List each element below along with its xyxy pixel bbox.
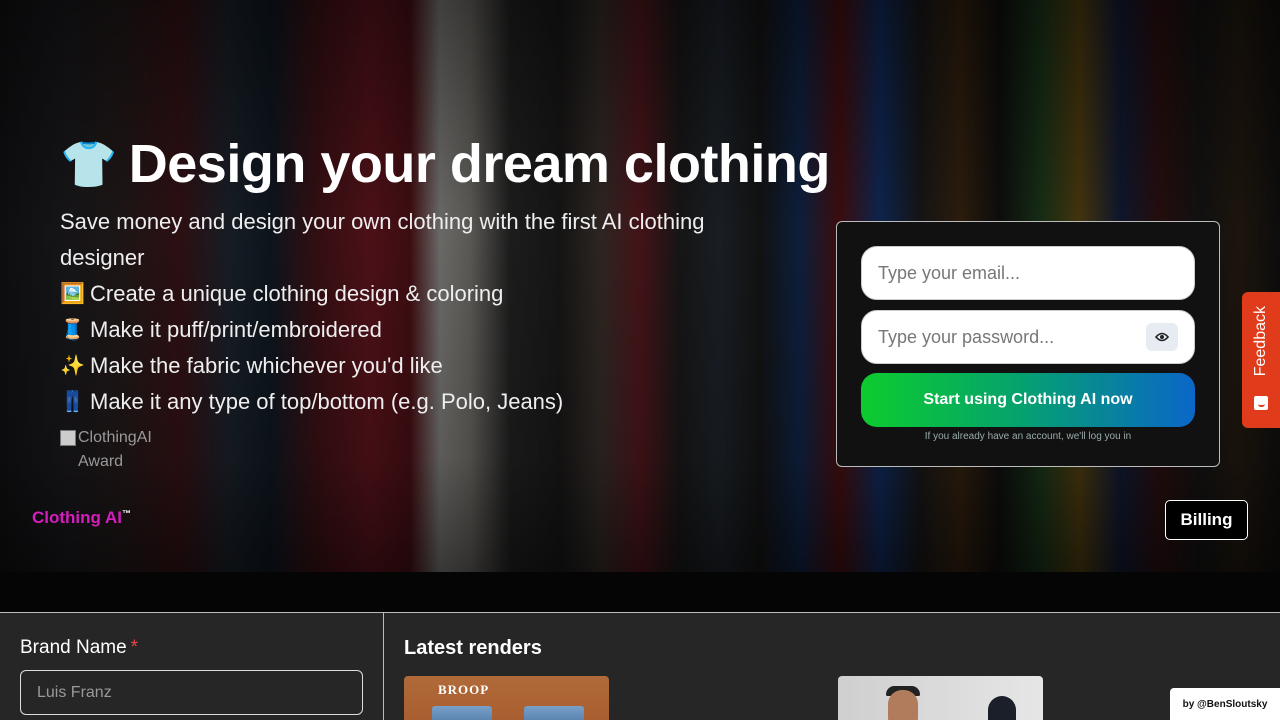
award-image-broken: ClothingAI Award: [60, 426, 180, 474]
renders-title: Latest renders: [404, 637, 542, 659]
start-using-button[interactable]: Start using Clothing AI now: [861, 373, 1195, 427]
feature-text: Make it any type of top/bottom (e.g. Pol…: [90, 389, 564, 414]
feature-item-embroidery: 🧵 Make it puff/print/embroidered: [60, 312, 830, 348]
divider-band: [0, 572, 1280, 612]
render-label: BROOP: [438, 682, 490, 697]
feature-text: Make it puff/print/embroidered: [90, 317, 382, 342]
brand-logo[interactable]: Clothing AI™: [32, 508, 131, 528]
shirt-icon: 👕: [60, 138, 117, 190]
jeans-shape: [524, 706, 584, 720]
feature-text: Make the fabric whichever you'd like: [90, 353, 443, 378]
feedback-label: Feedback: [1252, 306, 1269, 377]
email-field[interactable]: [861, 246, 1195, 300]
render-thumbnail-person[interactable]: [838, 676, 1043, 720]
designer-section: Brand Name* Latest renders BROOP: [0, 612, 1280, 720]
hero-subtitle: Save money and design your own clothing …: [60, 209, 705, 270]
login-note: If you already have an account, we'll lo…: [924, 431, 1132, 442]
feature-item-design: 🖼️ Create a unique clothing design & col…: [60, 276, 830, 312]
show-password-button[interactable]: [1146, 323, 1178, 351]
feature-item-fabric: ✨ Make the fabric whichever you'd like: [60, 348, 830, 384]
jeans-shape: [432, 706, 492, 720]
picture-icon: 🖼️: [60, 283, 85, 305]
feedback-tab[interactable]: Feedback: [1242, 292, 1280, 428]
required-mark: *: [130, 637, 139, 658]
page-title-text: Design your dream clothing: [128, 134, 831, 194]
smiley-icon: [1254, 396, 1268, 410]
hero-content: 👕 Design your dream clothing Save money …: [60, 132, 830, 474]
renders-panel: Latest renders: [404, 637, 542, 660]
eye-icon: [1155, 332, 1169, 342]
page: 👕 Design your dream clothing Save money …: [0, 0, 1280, 720]
brand-name-label-text: Brand Name: [20, 637, 127, 658]
person-face: [888, 690, 918, 720]
email-input[interactable]: [878, 262, 1178, 284]
award-alt-text: ClothingAI Award: [78, 429, 152, 470]
sparkles-icon: ✨: [60, 355, 85, 377]
signup-card: Start using Clothing AI now If you alrea…: [836, 221, 1220, 467]
thread-icon: 🧵: [60, 319, 85, 341]
page-title: 👕 Design your dream clothing: [60, 132, 830, 196]
brand-name-input[interactable]: [37, 683, 346, 702]
billing-button[interactable]: Billing: [1165, 500, 1248, 540]
brand-name-label: Brand Name *: [20, 637, 363, 659]
password-input[interactable]: [878, 326, 1146, 348]
trademark-mark: ™: [122, 508, 132, 519]
brand-name-field[interactable]: [20, 670, 363, 715]
hoodie-shape: [988, 696, 1016, 720]
broken-image-icon: [60, 430, 76, 446]
author-credit[interactable]: by @BenSloutsky: [1170, 688, 1280, 720]
feature-item-type: 👖 Make it any type of top/bottom (e.g. P…: [60, 384, 830, 420]
brand-name: Clothing AI: [32, 508, 123, 527]
render-thumbnail-jeans[interactable]: BROOP: [404, 676, 609, 720]
design-form-panel: Brand Name *: [0, 613, 384, 720]
password-field[interactable]: [861, 310, 1195, 364]
feature-text: Create a unique clothing design & colori…: [90, 281, 504, 306]
jeans-icon: 👖: [60, 391, 85, 413]
